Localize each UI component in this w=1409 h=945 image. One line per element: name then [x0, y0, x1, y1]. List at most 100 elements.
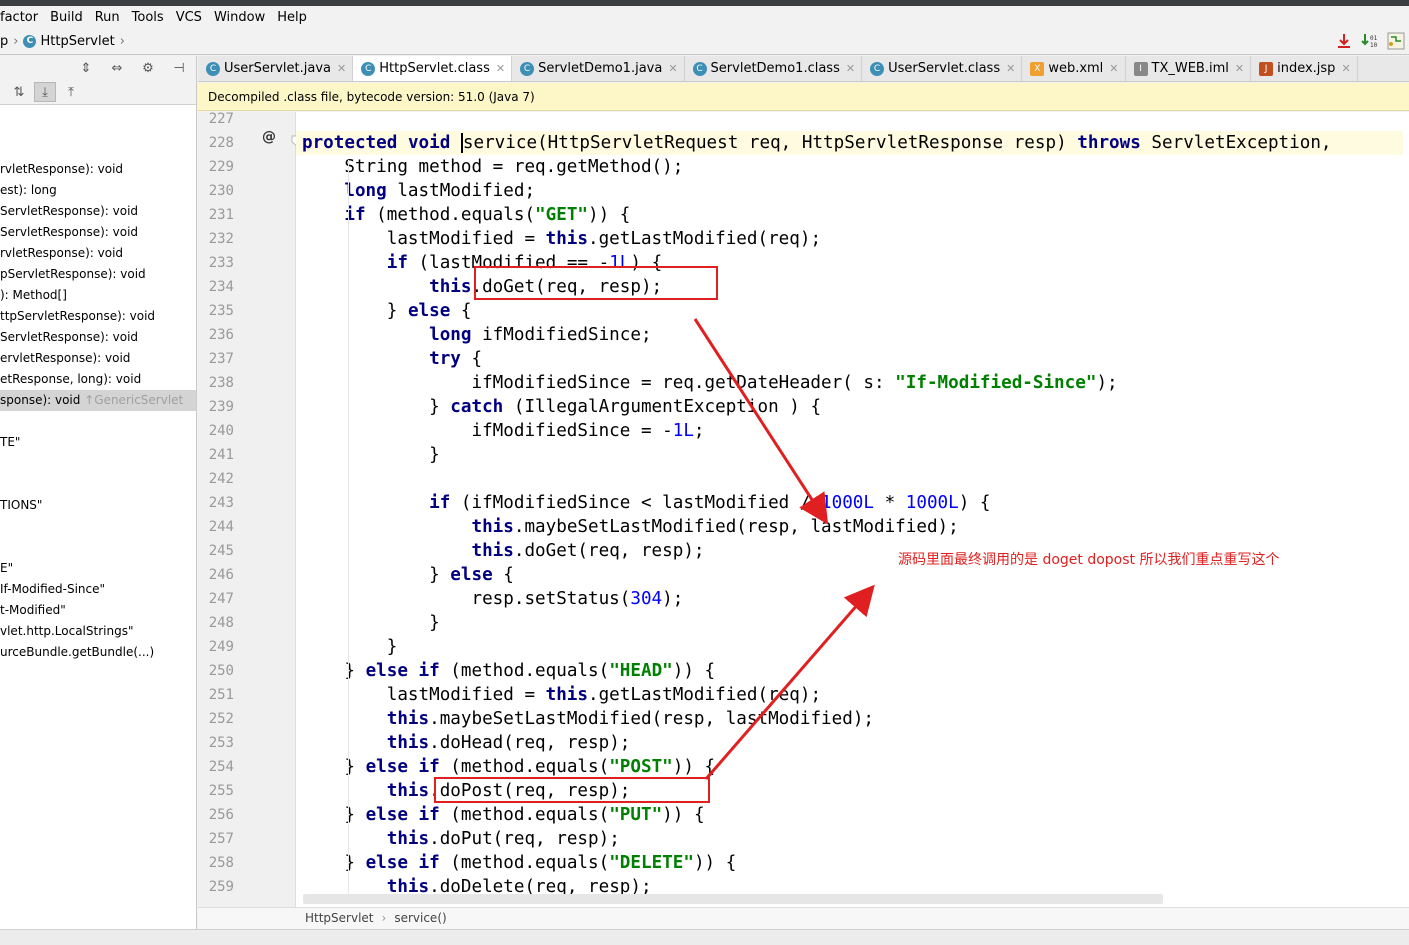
code-line[interactable]: resp.setStatus(304);: [302, 587, 683, 611]
structure-item[interactable]: ServletResponse): void: [0, 201, 196, 222]
code-line[interactable]: if (ifModifiedSince < lastModified / 100…: [302, 491, 990, 515]
structure-item[interactable]: sponse): void ↑GenericServlet: [0, 390, 196, 411]
close-icon[interactable]: ✕: [846, 62, 855, 75]
close-icon[interactable]: ✕: [1006, 62, 1015, 75]
structure-item[interactable]: ): Method[]: [0, 285, 196, 306]
code-line[interactable]: try {: [302, 347, 482, 371]
tab-index-jsp[interactable]: Jindex.jsp ✕: [1251, 56, 1358, 81]
structure-item[interactable]: TIONS": [0, 495, 196, 516]
gear-icon[interactable]: ⚙: [137, 58, 159, 78]
code-line[interactable]: if (method.equals("GET")) {: [302, 203, 630, 227]
structure-item[interactable]: urceBundle.getBundle(...): [0, 642, 196, 663]
structure-item[interactable]: ttpServletResponse): void: [0, 306, 196, 327]
structure-item-label: etResponse, long): void: [0, 372, 142, 386]
code-line[interactable]: } else if (method.equals("PUT")) {: [302, 803, 704, 827]
structure-item[interactable]: E": [0, 558, 196, 579]
code-line[interactable]: this.doPut(req, resp);: [302, 827, 620, 851]
code-line[interactable]: } else {: [302, 299, 472, 323]
structure-diagram-icon[interactable]: [1387, 32, 1405, 50]
tab-web-xml[interactable]: Xweb.xml ✕: [1022, 56, 1126, 81]
structure-item[interactable]: rvletResponse): void: [0, 159, 196, 180]
structure-item-label: ): Method[]: [0, 288, 67, 302]
code-line[interactable]: this.doHead(req, resp);: [302, 731, 631, 755]
code-line[interactable]: }: [302, 611, 440, 635]
autoscroll-icon[interactable]: ⤒: [60, 82, 82, 102]
tab-servletdemo1-java[interactable]: C ServletDemo1.java ✕: [512, 56, 685, 81]
show-inherited-icon[interactable]: ⤓: [34, 82, 56, 102]
annotation-note: 源码里面最终调用的是 doget dopost 所以我们重点重写这个: [898, 552, 1280, 568]
menu-window[interactable]: Window: [208, 10, 271, 25]
breadcrumb-class[interactable]: HttpServlet: [305, 911, 374, 925]
line-number: 231: [208, 207, 234, 223]
structure-item[interactable]: ervletResponse): void: [0, 348, 196, 369]
code-line[interactable]: ifModifiedSince = -1L;: [302, 419, 704, 443]
structure-item-label: urceBundle.getBundle(...): [0, 645, 155, 659]
code-line[interactable]: } else if (method.equals("DELETE")) {: [302, 851, 736, 875]
line-number: 235: [208, 303, 234, 319]
code-line[interactable]: this.maybeSetLastModified(resp, lastModi…: [302, 515, 958, 539]
nav-crumb-prefix[interactable]: p: [0, 34, 8, 49]
structure-item[interactable]: If-Modified-Since": [0, 579, 196, 600]
menu-build[interactable]: Build: [44, 10, 89, 25]
code-line[interactable]: lastModified = this.getLastModified(req)…: [302, 227, 821, 251]
code-line[interactable]: lastModified = this.getLastModified(req)…: [302, 683, 821, 707]
code-line[interactable]: } catch (IllegalArgumentException ) {: [302, 395, 821, 419]
structure-item[interactable]: ServletResponse): void: [0, 222, 196, 243]
hide-panel-icon[interactable]: ⊣: [168, 58, 190, 78]
expand-all-icon[interactable]: ⇕: [75, 58, 97, 78]
structure-item[interactable]: TE": [0, 432, 196, 453]
structure-item-label: sponse): void: [0, 393, 81, 407]
code-line[interactable]: String method = req.getMethod();: [302, 155, 683, 179]
tab-httpservlet-class[interactable]: C HttpServlet.class ✕: [353, 56, 513, 81]
close-icon[interactable]: ✕: [1235, 62, 1244, 75]
structure-item-label: TE": [0, 435, 21, 449]
menu-vcs[interactable]: VCS: [170, 10, 208, 25]
navigation-bar: p › C HttpServlet › 01 10: [0, 28, 1409, 55]
collapse-all-icon[interactable]: ⇔: [106, 58, 128, 78]
close-icon[interactable]: ✕: [496, 62, 505, 75]
tab-label: ServletDemo1.class: [710, 61, 840, 76]
menu-help[interactable]: Help: [271, 10, 313, 25]
chevron-right-icon: ›: [13, 33, 19, 49]
menu-tools[interactable]: Tools: [126, 10, 170, 25]
code-line[interactable]: protected void service(HttpServletReques…: [296, 131, 1403, 155]
close-icon[interactable]: ✕: [1341, 62, 1350, 75]
structure-item[interactable]: t-Modified": [0, 600, 196, 621]
code-line[interactable]: long ifModifiedSince;: [302, 323, 651, 347]
close-icon[interactable]: ✕: [1109, 62, 1118, 75]
close-icon[interactable]: ✕: [668, 62, 677, 75]
breadcrumb-method[interactable]: service(): [394, 911, 446, 925]
horizontal-scrollbar[interactable]: [303, 894, 1163, 904]
tab-servletdemo1-class[interactable]: C ServletDemo1.class ✕: [685, 56, 863, 81]
code-line[interactable]: } else if (method.equals("POST")) {: [302, 755, 715, 779]
structure-item[interactable]: ServletResponse): void: [0, 327, 196, 348]
download-sources-icon[interactable]: [1335, 32, 1353, 50]
structure-item[interactable]: vlet.http.LocalStrings": [0, 621, 196, 642]
code-line[interactable]: ifModifiedSince = req.getDateHeader( s: …: [302, 371, 1117, 395]
code-line[interactable]: this.doGet(req, resp);: [302, 539, 704, 563]
menu-factor[interactable]: factor: [0, 10, 44, 25]
close-icon[interactable]: ✕: [337, 62, 346, 75]
code-line[interactable]: } else if (method.equals("HEAD")) {: [302, 659, 715, 683]
sort-icon[interactable]: ⇅: [8, 82, 30, 102]
structure-item[interactable]: est): long: [0, 180, 196, 201]
tab-label: ServletDemo1.java: [538, 61, 663, 76]
tab-userservlet-java[interactable]: C UserServlet.java ✕: [198, 56, 354, 81]
tab-label: index.jsp: [1277, 61, 1336, 76]
tab-userservlet-class[interactable]: C UserServlet.class ✕: [862, 56, 1023, 81]
code-line[interactable]: }: [302, 635, 398, 659]
code-editor[interactable]: @ 227 228 229 230 231 232 233 234 235 236 237 238 23…: [198, 112, 1409, 907]
bytecode-icon[interactable]: 01 10: [1361, 32, 1379, 50]
structure-item[interactable]: pServletResponse): void: [0, 264, 196, 285]
code-line[interactable]: }: [302, 443, 440, 467]
nav-crumb-class[interactable]: HttpServlet: [40, 34, 114, 49]
code-line[interactable]: } else {: [302, 563, 514, 587]
structure-item[interactable]: rvletResponse): void: [0, 243, 196, 264]
override-marker-icon[interactable]: @: [262, 129, 276, 145]
code-line[interactable]: long lastModified;: [302, 179, 535, 203]
structure-item[interactable]: etResponse, long): void: [0, 369, 196, 390]
menu-run[interactable]: Run: [89, 10, 126, 25]
code-line[interactable]: this.maybeSetLastModified(resp, lastModi…: [302, 707, 874, 731]
line-number: 257: [208, 831, 234, 847]
tab-tx-web-iml[interactable]: I TX_WEB.iml ✕: [1126, 56, 1252, 81]
